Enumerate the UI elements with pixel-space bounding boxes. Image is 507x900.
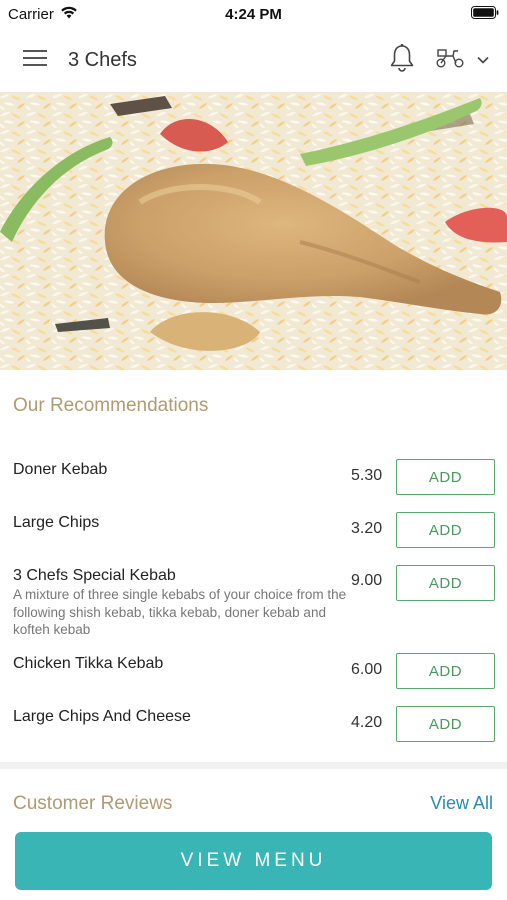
battery-icon [471,5,499,23]
header-actions [389,43,489,78]
view-menu-button[interactable]: VIEW MENU [15,832,492,890]
wifi-icon [60,6,78,23]
recommendation-item: Doner Kebab 5.30 ADD [13,459,495,495]
add-button[interactable]: ADD [396,565,495,601]
add-button[interactable]: ADD [396,512,495,548]
status-bar: Carrier 4:24 PM [0,0,507,28]
section-divider [0,762,507,769]
item-price: 6.00 [351,661,383,678]
add-button[interactable]: ADD [396,459,495,495]
bell-icon [389,43,415,78]
item-price: 5.30 [351,467,383,484]
notifications-button[interactable] [389,43,415,78]
reviews-title: Customer Reviews [13,793,173,814]
recommendations-title: Our Recommendations [13,395,209,416]
menu-icon [23,49,47,72]
add-button[interactable]: ADD [396,653,495,689]
status-left: Carrier [8,6,78,23]
menu-button[interactable] [18,43,52,77]
recommendation-item: Large Chips And Cheese 4.20 ADD [13,706,495,742]
recommendation-item: Large Chips 3.20 ADD [13,512,495,548]
item-price: 9.00 [351,572,383,589]
item-price: 4.20 [351,714,383,731]
item-price: 3.20 [351,520,383,537]
view-all-reviews-link[interactable]: View All [430,793,493,814]
recommendation-item: Chicken Tikka Kebab 6.00 ADD [13,653,495,689]
carrier-label: Carrier [8,5,54,23]
delivery-mode-selector[interactable] [435,47,489,74]
status-right [471,5,499,23]
item-description: A mixture of three single kebabs of your… [13,587,347,637]
hero-image [0,92,507,370]
page-title: 3 Chefs [68,48,137,71]
app-header: 3 Chefs [0,28,507,92]
chevron-down-icon [477,51,489,69]
add-button[interactable]: ADD [396,706,495,742]
recommendation-item: 3 Chefs Special Kebab A mixture of three… [13,565,495,639]
scooter-icon [435,47,465,74]
